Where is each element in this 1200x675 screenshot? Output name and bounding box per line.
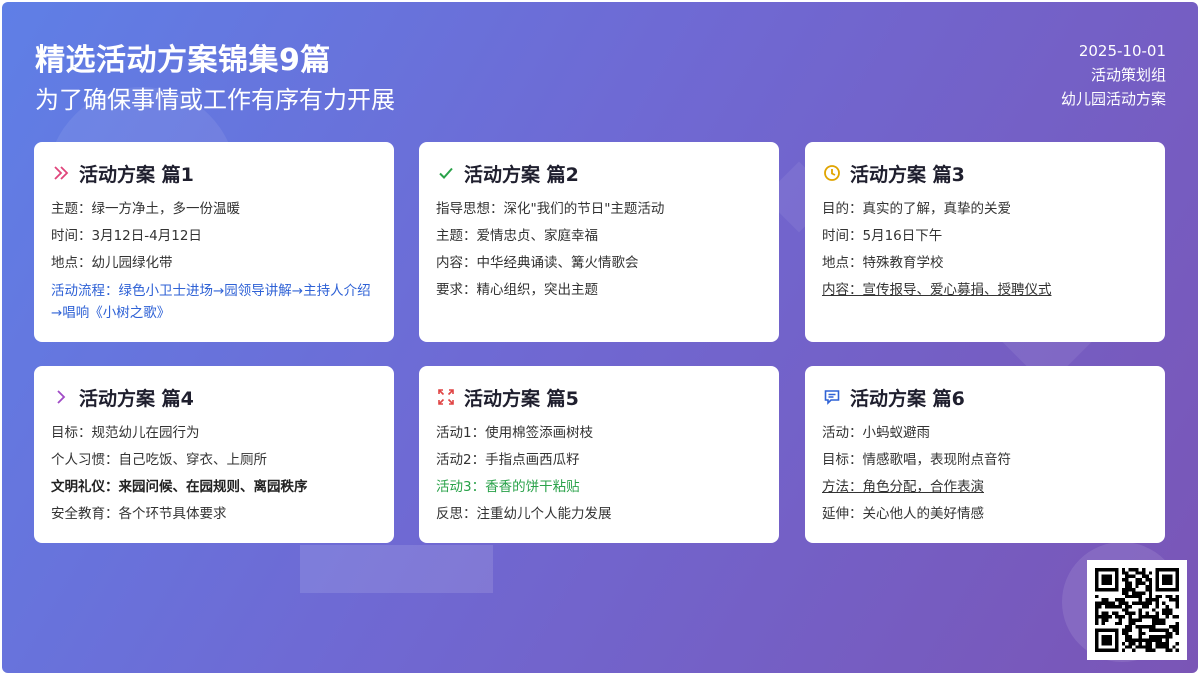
- card-line-highlight[interactable]: 活动3：香香的饼干粘贴: [436, 474, 762, 501]
- qr-code-image: [1095, 568, 1179, 652]
- plan-card-1[interactable]: 活动方案 篇1 主题：绿一方净土，多一份温暖 时间：3月12日-4月12日 地点…: [34, 142, 394, 342]
- card-line: 要求：精心组织，突出主题: [436, 282, 598, 298]
- card-line: 活动：小蚂蚁避雨: [822, 425, 930, 441]
- card-title: 活动方案 篇2: [464, 163, 579, 186]
- card-line-link[interactable]: 活动流程：绿色小卫士进场→园领导讲解→主持人介绍→唱响《小树之歌》: [51, 277, 377, 324]
- plan-card-4[interactable]: 活动方案 篇4 目标：规范幼儿在园行为 个人习惯：自己吃饭、穿衣、上厕所 文明礼…: [34, 366, 394, 543]
- card-line: 活动1：使用棉签添画树枝: [436, 425, 594, 441]
- expand-icon: [436, 387, 456, 407]
- card-line: 内容：中华经典诵读、篝火情歌会: [436, 255, 639, 271]
- check-icon: [436, 163, 456, 183]
- card-line: 活动2：手指点画西瓜籽: [436, 452, 580, 468]
- card-line: 安全教育：各个环节具体要求: [51, 506, 227, 522]
- plan-card-6[interactable]: 活动方案 篇6 活动：小蚂蚁避雨 目标：情感歌唱，表现附点音符 方法：角色分配，…: [805, 366, 1165, 543]
- card-line: 个人习惯：自己吃饭、穿衣、上厕所: [51, 452, 267, 468]
- meta-date: 2025-10-01: [1078, 42, 1166, 60]
- card-header: 活动方案 篇2: [436, 160, 762, 186]
- card-title: 活动方案 篇3: [850, 163, 965, 186]
- card-line: 目标：规范幼儿在园行为: [51, 425, 200, 441]
- card-header: 活动方案 篇4: [51, 384, 377, 410]
- card-line: 目标：情感歌唱，表现附点音符: [822, 452, 1011, 468]
- card-line-link[interactable]: 方法：角色分配，合作表演: [822, 474, 1148, 501]
- chevron-right-icon: [51, 387, 71, 407]
- plan-card-2[interactable]: 活动方案 篇2 指导思想：深化"我们的节日"主题活动 主题：爱情忠贞、家庭幸福 …: [419, 142, 779, 342]
- card-line-link[interactable]: 内容：宣传报导、爱心募捐、授聘仪式: [822, 277, 1148, 304]
- card-line: 目的：真实的了解，真挚的关爱: [822, 201, 1011, 217]
- card-header: 活动方案 篇3: [822, 160, 1148, 186]
- card-line: 时间：3月12日-4月12日: [51, 228, 202, 244]
- card-title: 活动方案 篇4: [79, 387, 194, 410]
- meta-category: 幼儿园活动方案: [1060, 90, 1166, 108]
- card-header: 活动方案 篇6: [822, 384, 1148, 410]
- meta-author: 活动策划组: [1090, 66, 1166, 84]
- page-title: 精选活动方案锦集9篇: [35, 43, 331, 78]
- qr-code[interactable]: [1087, 560, 1187, 660]
- card-line: 反思：注重幼儿个人能力发展: [436, 506, 612, 522]
- card-line: 地点：特殊教育学校: [822, 255, 944, 271]
- card-line: 主题：爱情忠贞、家庭幸福: [436, 228, 598, 244]
- slide-background: 精选活动方案锦集9篇 为了确保事情或工作有序有力开展 2025-10-01 活动…: [2, 2, 1198, 673]
- chat-icon: [822, 387, 842, 407]
- card-header: 活动方案 篇5: [436, 384, 762, 410]
- card-title: 活动方案 篇6: [850, 387, 965, 410]
- card-line: 主题：绿一方净土，多一份温暖: [51, 201, 240, 217]
- card-title: 活动方案 篇1: [79, 163, 194, 186]
- card-header: 活动方案 篇1: [51, 160, 377, 186]
- card-line: 指导思想：深化"我们的节日"主题活动: [436, 201, 665, 217]
- meta-info: 2025-10-01 活动策划组 幼儿园活动方案: [1061, 39, 1166, 111]
- plan-card-5[interactable]: 活动方案 篇5 活动1：使用棉签添画树枝 活动2：手指点画西瓜籽 活动3：香香的…: [419, 366, 779, 543]
- card-line: 时间：5月16日下午: [822, 228, 943, 244]
- card-line: 文明礼仪：来园问候、在园规则、离园秩序: [51, 479, 308, 495]
- decorative-rectangle: [300, 545, 493, 593]
- double-chevron-right-icon: [51, 163, 71, 183]
- plan-card-3[interactable]: 活动方案 篇3 目的：真实的了解，真挚的关爱 时间：5月16日下午 地点：特殊教…: [805, 142, 1165, 342]
- card-line: 地点：幼儿园绿化带: [51, 255, 173, 271]
- page-subtitle: 为了确保事情或工作有序有力开展: [35, 86, 395, 114]
- clock-icon: [822, 163, 842, 183]
- card-title: 活动方案 篇5: [464, 387, 579, 410]
- card-line: 延伸：关心他人的美好情感: [822, 506, 984, 522]
